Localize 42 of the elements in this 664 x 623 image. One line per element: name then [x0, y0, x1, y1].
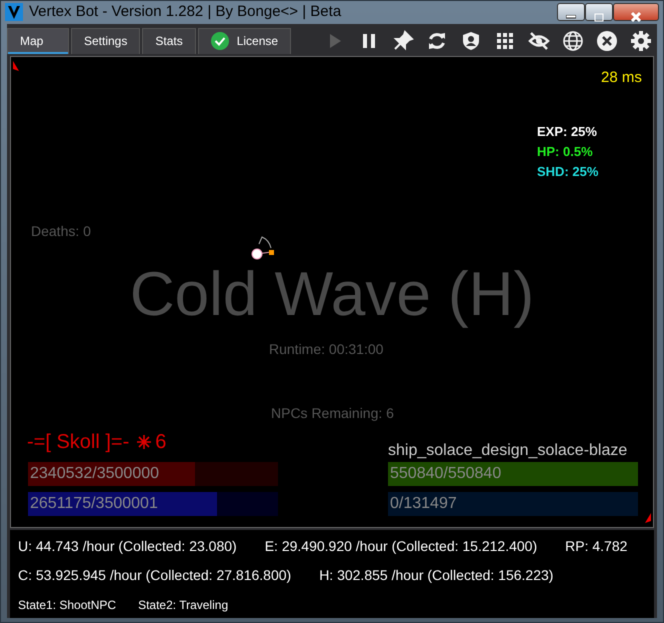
window-title: Vertex Bot - Version 1.282 | By Bonge<> | Beta	[29, 2, 342, 22]
bar-reading: 2340532/3500000	[30, 464, 160, 484]
shield-label: SHD: 25%	[537, 162, 598, 180]
app-logo-icon	[5, 3, 23, 22]
marker-icon	[13, 60, 19, 70]
maximize-icon	[594, 12, 604, 22]
exp-label: EXP: 25%	[537, 122, 597, 140]
target-count: 6	[155, 430, 166, 454]
tab[interactable]: Settings	[71, 28, 140, 54]
snowflake-icon	[137, 434, 152, 448]
stat-text: H: 302.855 /hour (Collected: 156.223)	[319, 566, 554, 585]
target-name: -=[ Skoll ]=-	[27, 430, 130, 454]
stat-text: E: 29.490.920 /hour (Collected: 15.212.400)	[264, 536, 538, 556]
close-button[interactable]	[613, 3, 659, 22]
runtime-label: Runtime: 00:31:00	[269, 340, 384, 358]
stat-text: C: 53.925.945 /hour (Collected: 27.816.800)	[18, 566, 292, 585]
bar-reading: 550840/550840	[390, 464, 502, 484]
settings-icon	[630, 30, 652, 52]
state-label: State2: Traveling	[138, 596, 228, 614]
stat-text: U: 44.743 /hour (Collected: 23.080)	[18, 536, 237, 556]
hp-label: HP: 0.5%	[537, 142, 593, 160]
deaths-label: Deaths: 0	[31, 222, 91, 240]
eye-slash-icon	[528, 30, 550, 52]
close-icon	[596, 30, 618, 52]
stat-text: RP: 4.782	[565, 536, 628, 556]
minimize-button[interactable]	[557, 3, 585, 22]
bar-reading: 2651175/3500001	[30, 494, 158, 514]
state-label: State1: ShootNPC	[18, 596, 116, 614]
close-icon	[630, 11, 642, 24]
minimize-icon	[566, 15, 576, 20]
npcs-remaining-label: NPCs Remaining: 6	[271, 404, 394, 423]
marker-icon	[645, 512, 651, 522]
maximize-button[interactable]	[585, 3, 613, 22]
pin-icon	[392, 30, 414, 52]
ping-label: 28 ms	[601, 68, 642, 88]
tab[interactable]: License	[198, 28, 292, 54]
tab[interactable]: Map	[7, 28, 69, 54]
globe-icon	[562, 30, 584, 52]
bar-reading: 0/131497	[390, 494, 457, 514]
ship-name: ship_solace_design_solace-blaze	[388, 440, 628, 460]
tab[interactable]: Stats	[142, 28, 196, 54]
shield-user-icon	[460, 30, 482, 52]
